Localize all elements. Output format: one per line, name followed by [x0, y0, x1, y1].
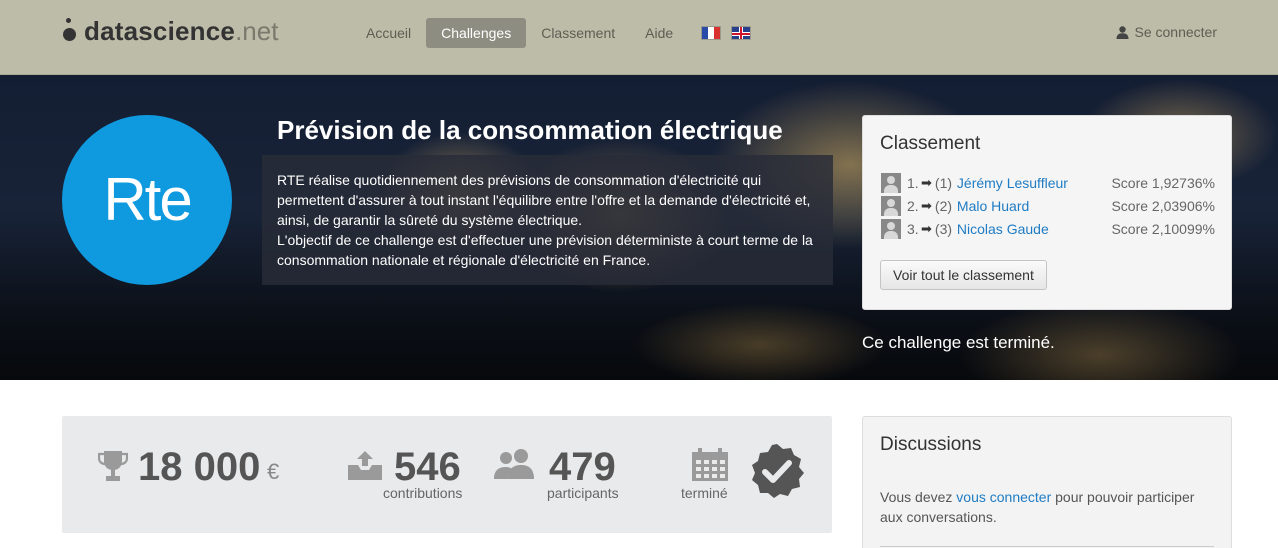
calendar-icon — [692, 448, 728, 481]
participant-name[interactable]: Jérémy Lesuffleur — [957, 175, 1112, 191]
participant-score: Score 2,10099% — [1111, 221, 1215, 237]
nav-challenges[interactable]: Challenges — [426, 18, 527, 48]
participant-score: Score 1,92736% — [1111, 175, 1215, 191]
arrow-right-icon: ➡ — [921, 175, 932, 190]
participant-name[interactable]: Nicolas Gaude — [957, 221, 1112, 237]
logo-tld: .net — [235, 16, 279, 46]
participant-score: Score 2,03906% — [1111, 198, 1215, 214]
ranking-title: Classement — [880, 133, 981, 154]
check-badge-icon — [752, 444, 804, 498]
user-icon — [1116, 25, 1128, 39]
challenge-description: RTE réalise quotidiennement des prévisio… — [262, 155, 833, 285]
rte-logo-text: Rte — [103, 166, 192, 233]
challenge-status: Ce challenge est terminé. — [862, 333, 1055, 352]
logo-name: datascience — [84, 16, 236, 46]
logo-mark-icon — [62, 18, 78, 44]
ranking-row: 3. ➡ (3) Nicolas Gaude Score 2,10099% — [881, 219, 1215, 239]
participants-label: participants — [547, 485, 619, 501]
divider — [880, 546, 1214, 547]
login-link-inline[interactable]: vous connecter — [956, 489, 1051, 505]
nav-aide[interactable]: Aide — [630, 18, 688, 48]
rank-position: 3. — [907, 221, 919, 237]
discussions-title: Discussions — [880, 434, 982, 455]
french-flag-icon[interactable] — [701, 26, 722, 40]
participants-count: 479 — [549, 445, 616, 489]
main-nav: Accueil Challenges Classement Aide — [351, 18, 756, 48]
status-label: terminé — [681, 485, 728, 501]
login-label: Se connecter — [1134, 24, 1218, 40]
avatar — [881, 196, 901, 216]
ranking-row: 2. ➡ (2) Malo Huard Score 2,03906% — [881, 196, 1215, 216]
ranking-panel: Classement 1. ➡ (1) Jérémy Lesuffleur Sc… — [862, 115, 1232, 310]
view-full-ranking-button[interactable]: Voir tout le classement — [880, 260, 1047, 290]
notice-text-before: Vous devez — [880, 489, 957, 505]
challenge-stats: 18 000 € 546 contributions 479 participa… — [62, 416, 832, 533]
prize-currency: € — [267, 459, 280, 484]
avatar — [881, 173, 901, 193]
login-link[interactable]: Se connecter — [1116, 24, 1218, 40]
previous-rank: (1) — [934, 175, 953, 191]
english-flag-icon[interactable] — [731, 26, 752, 40]
rank-position: 1. — [907, 175, 919, 191]
participant-name[interactable]: Malo Huard — [957, 198, 1112, 214]
nav-accueil[interactable]: Accueil — [351, 18, 426, 48]
nav-classement[interactable]: Classement — [526, 18, 630, 48]
previous-rank: (3) — [934, 221, 953, 237]
discussions-panel: Discussions Vous devez vous connecter po… — [862, 416, 1232, 548]
top-navbar: datascience .net Accueil Challenges Class… — [0, 0, 1278, 75]
challenge-title: Prévision de la consommation électrique — [277, 115, 783, 145]
discussions-login-notice: Vous devez vous connecter pour pouvoir p… — [880, 487, 1216, 527]
users-icon — [494, 449, 534, 479]
contributions-label: contributions — [383, 485, 463, 501]
description-paragraph-1: RTE réalise quotidiennement des prévisio… — [277, 172, 811, 228]
rank-position: 2. — [907, 198, 919, 214]
inbox-upload-icon — [348, 451, 382, 480]
site-logo[interactable]: datascience .net — [62, 16, 278, 46]
contributions-count: 546 — [394, 445, 461, 489]
description-paragraph-2: L'objectif de ce challenge est d'effectu… — [277, 232, 813, 268]
ranking-row: 1. ➡ (1) Jérémy Lesuffleur Score 1,92736… — [881, 173, 1215, 193]
trophy-icon — [98, 451, 128, 481]
language-switcher — [696, 26, 756, 40]
arrow-right-icon: ➡ — [921, 221, 932, 236]
avatar — [881, 219, 901, 239]
rte-logo: Rte — [62, 115, 232, 285]
previous-rank: (2) — [934, 198, 953, 214]
arrow-right-icon: ➡ — [921, 198, 932, 213]
prize-amount: 18 000 — [138, 445, 261, 489]
